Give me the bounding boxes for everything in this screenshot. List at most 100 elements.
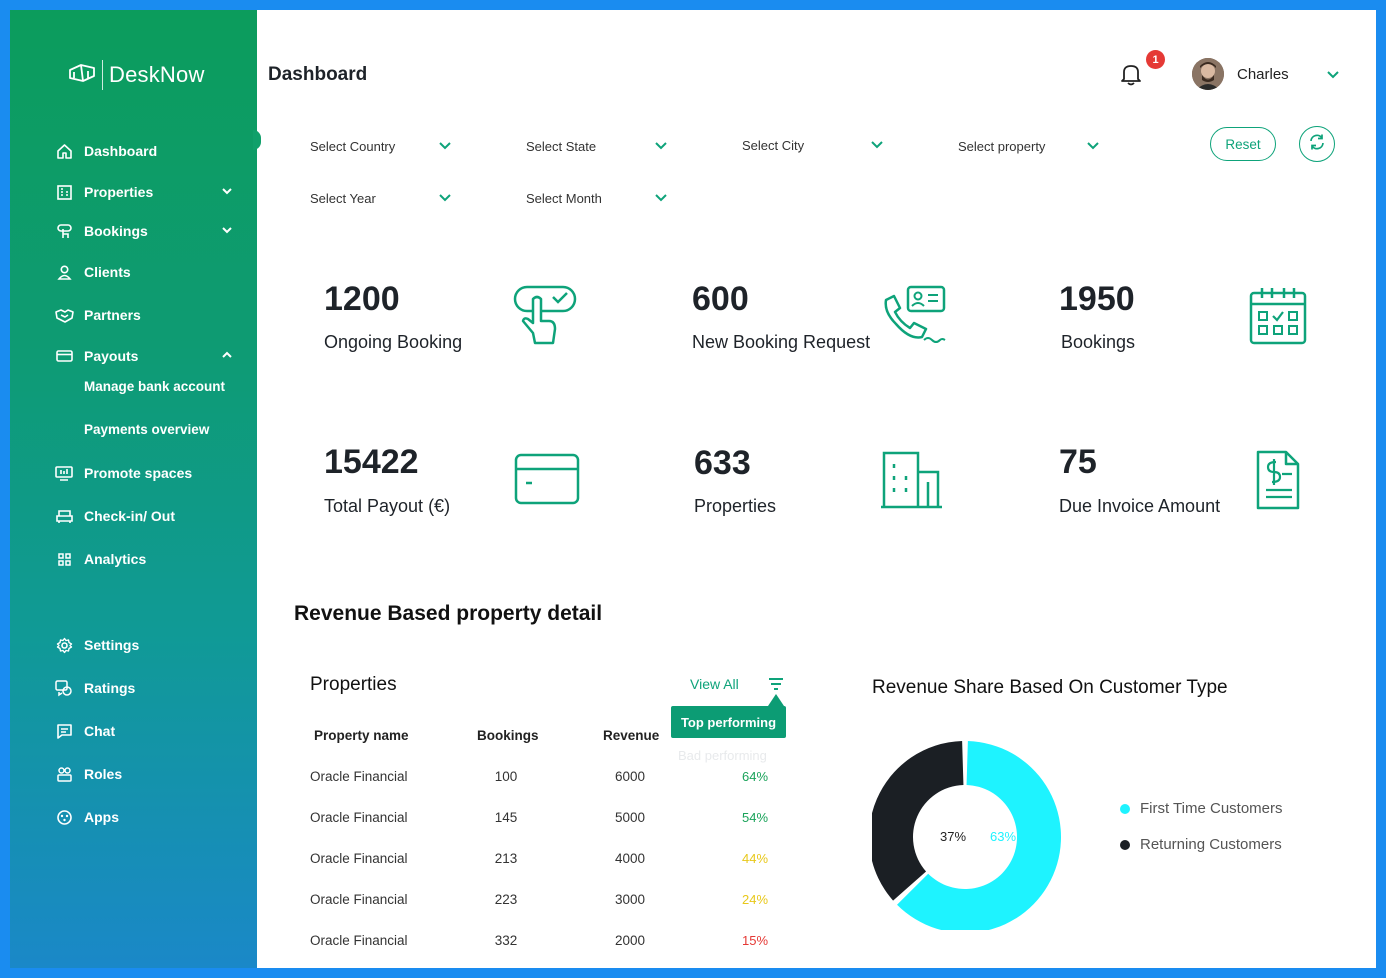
sidebar-item-label: Promote spaces <box>84 465 193 481</box>
refresh-button[interactable] <box>1299 126 1335 162</box>
cell-revenue: 3000 <box>614 892 646 907</box>
ratings-icon <box>54 678 74 698</box>
cell-bookings: 213 <box>494 851 518 866</box>
slice-label-first-time: 63% <box>990 829 1016 844</box>
chevron-down-icon[interactable] <box>1326 68 1340 87</box>
select-state-label: Select State <box>526 138 597 154</box>
select-city[interactable]: Select City <box>742 135 902 155</box>
top-performing-tooltip[interactable]: Top performing <box>671 706 786 738</box>
cell-property-name: Oracle Financial <box>310 892 408 907</box>
select-year[interactable]: Select Year <box>310 188 470 208</box>
gear-icon <box>54 635 74 655</box>
checkin-icon <box>54 506 74 526</box>
bad-performing-option[interactable]: Bad performing <box>678 748 767 763</box>
stat-new-booking-request-label: New Booking Request <box>692 332 871 352</box>
stat-properties-value: 633 <box>694 444 751 482</box>
stat-new-booking-request-value: 600 <box>692 280 749 318</box>
sidebar-item-label: Apps <box>84 809 119 825</box>
legend-label-returning: Returning Customers <box>1140 836 1282 853</box>
chevron-down-icon <box>438 191 452 208</box>
sidebar-item-label: Properties <box>84 184 154 200</box>
donut-chart: 37% 63% <box>872 741 1061 930</box>
stat-total-payout-label: Total Payout (€) <box>324 496 451 516</box>
sidebar-subitem-manage-bank-account[interactable]: Manage bank account <box>84 379 225 394</box>
sidebar-item-label: Roles <box>84 766 123 782</box>
cell-performance-pct: 24% <box>741 892 769 907</box>
page-title: Dashboard <box>268 64 368 85</box>
sidebar-item-roles[interactable]: Roles <box>54 762 234 786</box>
sidebar-item-label: Chat <box>84 723 116 739</box>
sidebar-item-properties[interactable]: Properties <box>54 180 234 204</box>
logo-icon <box>68 62 96 89</box>
sidebar-subitem-payments-overview[interactable]: Payments overview <box>84 422 209 437</box>
sidebar-item-partners[interactable]: Partners <box>54 303 234 327</box>
sidebar-item-label: Check-in/ Out <box>84 508 176 524</box>
column-header-property-name: Property name <box>314 728 409 743</box>
sidebar-item-bookings[interactable]: Bookings <box>54 219 234 243</box>
select-year-label: Select Year <box>310 190 376 206</box>
donut-slice-returning[interactable] <box>872 741 964 901</box>
revenue-section-title: Revenue Based property detail <box>294 602 603 625</box>
stat-due-invoice-label: Due Invoice Amount <box>1059 496 1221 516</box>
chevron-up-icon[interactable] <box>220 348 234 365</box>
booking-icon <box>54 221 74 241</box>
select-property-label: Select property <box>958 138 1046 154</box>
cell-bookings: 332 <box>494 933 518 948</box>
sidebar-item-label: Settings <box>84 637 140 653</box>
chevron-down-icon <box>1086 139 1100 156</box>
select-state[interactable]: Select State <box>526 136 686 156</box>
sidebar-item-payouts[interactable]: Payouts <box>54 344 234 368</box>
sidebar-item-clients[interactable]: Clients <box>54 260 234 284</box>
stat-ongoing-booking-label: Ongoing Booking <box>324 332 463 352</box>
select-property[interactable]: Select property <box>958 136 1118 156</box>
chevron-down-icon[interactable] <box>220 223 234 240</box>
sidebar-item-label: Dashboard <box>84 143 158 159</box>
user-name[interactable]: Charles <box>1237 66 1289 83</box>
sidebar-item-chat[interactable]: Chat <box>54 719 234 743</box>
sidebar-item-label: Clients <box>84 264 131 280</box>
calendar-icon <box>1248 286 1308 351</box>
promote-icon <box>54 463 74 483</box>
avatar[interactable] <box>1192 58 1224 90</box>
stat-bookings-label: Bookings <box>1061 332 1136 352</box>
cell-performance-pct: 15% <box>741 933 769 948</box>
chevron-down-icon[interactable] <box>220 184 234 201</box>
cell-revenue: 2000 <box>614 933 646 948</box>
view-all-link[interactable]: View All <box>690 676 739 692</box>
cell-bookings: 145 <box>494 810 518 825</box>
legend-dot-returning <box>1120 839 1130 850</box>
properties-card-title: Properties <box>310 674 397 695</box>
sidebar-item-dashboard[interactable]: Dashboard <box>54 139 234 163</box>
stat-total-payout-value: 15422 <box>324 443 419 481</box>
bell-icon[interactable] <box>1120 62 1142 91</box>
sidebar-item-promote-spaces[interactable]: Promote spaces <box>54 461 234 485</box>
sidebar-item-apps[interactable]: Apps <box>54 805 234 829</box>
sidebar-item-check-in-out[interactable]: Check-in/ Out <box>54 504 234 528</box>
sidebar: DeskNow Dashboard Properties Bookings Cl… <box>10 10 261 968</box>
legend-dot-first-time <box>1120 803 1130 814</box>
tooltip-arrow <box>768 694 784 706</box>
logo[interactable]: DeskNow <box>68 60 205 90</box>
home-icon <box>54 141 74 161</box>
cell-property-name: Oracle Financial <box>310 769 408 784</box>
logo-separator <box>102 60 103 90</box>
chat-icon <box>54 721 74 741</box>
cell-bookings: 100 <box>494 769 518 784</box>
select-country-label: Select Country <box>310 138 396 154</box>
handshake-icon <box>54 305 74 325</box>
sidebar-item-ratings[interactable]: Ratings <box>54 676 234 700</box>
notification-badge: 1 <box>1146 50 1165 69</box>
cell-property-name: Oracle Financial <box>310 810 408 825</box>
sidebar-item-settings[interactable]: Settings <box>54 633 234 657</box>
sidebar-item-label: Analytics <box>84 551 147 567</box>
phone-request-icon <box>880 284 946 351</box>
select-month[interactable]: Select Month <box>526 188 686 208</box>
chevron-down-icon <box>870 138 884 155</box>
reset-button[interactable]: Reset <box>1210 127 1276 161</box>
slice-label-returning: 37% <box>940 829 966 844</box>
stat-properties-label: Properties <box>694 496 777 516</box>
sidebar-item-label: Ratings <box>84 680 136 696</box>
cell-performance-pct: 64% <box>741 769 769 784</box>
sidebar-item-analytics[interactable]: Analytics <box>54 547 234 571</box>
select-country[interactable]: Select Country <box>310 136 470 156</box>
